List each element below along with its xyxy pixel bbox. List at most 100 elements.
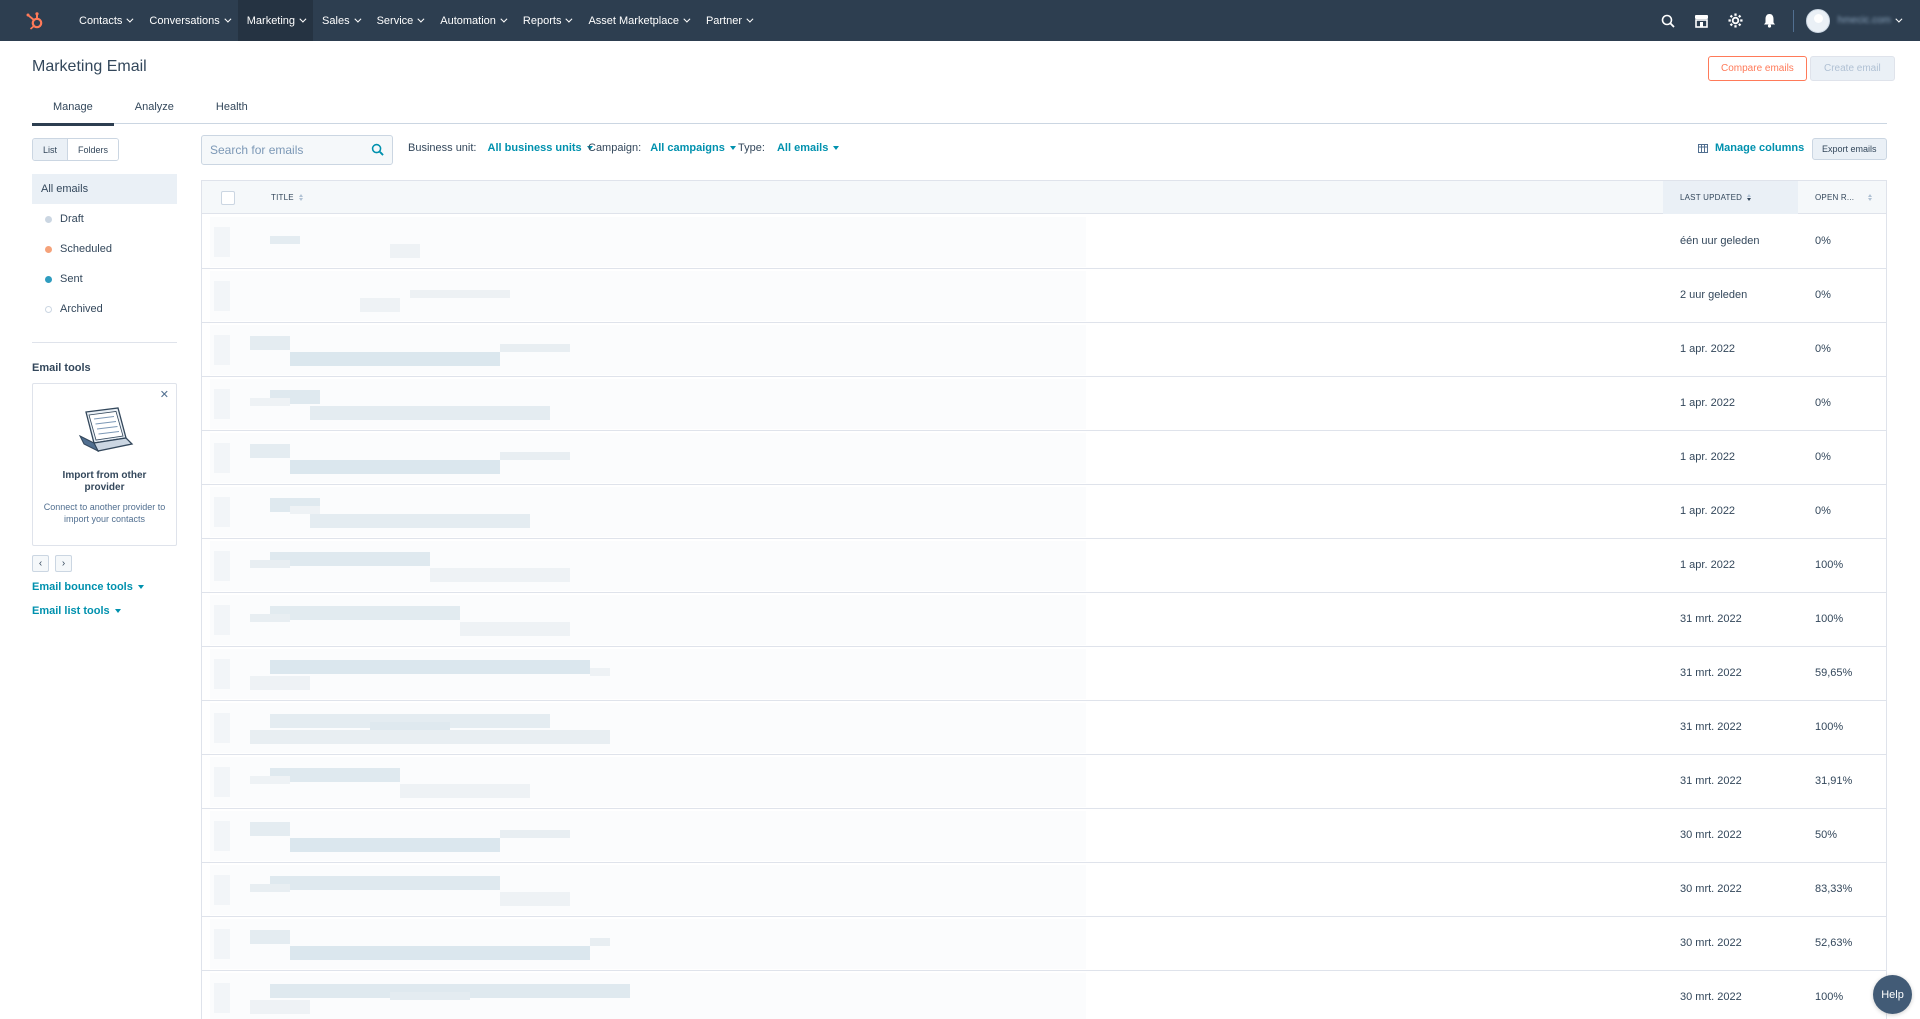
redacted-title-cell[interactable] — [210, 379, 1086, 429]
search-input[interactable] — [202, 136, 362, 164]
notifications-bell-icon[interactable] — [1753, 0, 1787, 41]
open-rate-cell: 50% — [1815, 829, 1838, 841]
table-row[interactable]: 2 uur geleden 0% — [202, 269, 1886, 323]
import-provider-card[interactable]: ✕ Import from other provider Connect to … — [32, 383, 177, 546]
table-row[interactable]: 1 apr. 2022 0% — [202, 377, 1886, 431]
table-header: TITLE LAST UPDATED OPEN R... — [202, 181, 1886, 214]
nav-item-service[interactable]: Service — [368, 0, 432, 41]
marketplace-icon[interactable] — [1685, 0, 1719, 41]
open-rate-cell: 100% — [1815, 613, 1844, 625]
table-row[interactable]: 30 mrt. 2022 52,63% — [202, 917, 1886, 971]
redacted-title-cell[interactable] — [210, 217, 1086, 267]
sidebar-item-all-emails[interactable]: All emails — [32, 174, 177, 204]
sidebar-item-archived[interactable]: Archived — [32, 294, 177, 324]
nav-item-conversations[interactable]: Conversations — [140, 0, 237, 41]
redacted-title-cell[interactable] — [210, 487, 1086, 537]
column-header-title[interactable]: TITLE — [271, 181, 303, 214]
email-tools-heading: Email tools — [32, 362, 91, 374]
tab-health[interactable]: Health — [195, 90, 269, 124]
export-emails-button[interactable]: Export emails — [1812, 138, 1887, 160]
nav-item-label: Asset Marketplace — [588, 14, 679, 27]
chevron-down-icon — [565, 15, 573, 23]
table-row[interactable]: 1 apr. 2022 0% — [202, 485, 1886, 539]
close-icon[interactable]: ✕ — [160, 388, 169, 401]
redacted-title-cell[interactable] — [210, 919, 1086, 969]
email-bounce-tools-link[interactable]: Email bounce tools — [32, 581, 144, 593]
table-row[interactable]: één uur geleden 0% — [202, 215, 1886, 269]
nav-item-contacts[interactable]: Contacts — [70, 0, 140, 41]
columns-icon — [1698, 143, 1708, 153]
create-email-button[interactable]: Create email — [1810, 56, 1895, 81]
redacted-title-cell[interactable] — [210, 649, 1086, 699]
chevron-down-icon — [126, 15, 134, 23]
open-rate-cell: 100% — [1815, 559, 1844, 571]
nav-item-asset-marketplace[interactable]: Asset Marketplace — [579, 0, 696, 41]
carousel-next-button[interactable]: › — [55, 555, 72, 572]
filter-label: Business unit: — [408, 142, 477, 154]
redacted-title-cell[interactable] — [210, 865, 1086, 915]
search-icon[interactable] — [1651, 0, 1685, 41]
redacted-title-cell[interactable] — [210, 811, 1086, 861]
table-row[interactable]: 1 apr. 2022 0% — [202, 431, 1886, 485]
account-menu[interactable]: hmecic.com — [1805, 0, 1920, 41]
nav-item-sales[interactable]: Sales — [313, 0, 368, 41]
search-icon[interactable] — [371, 143, 384, 159]
sidebar-item-sent[interactable]: Sent — [32, 264, 177, 294]
last-updated-cell: 1 apr. 2022 — [1680, 451, 1736, 463]
campaign-filter: Campaign: All campaigns — [588, 142, 736, 154]
table-row[interactable]: 31 mrt. 2022 31,91% — [202, 755, 1886, 809]
manage-columns-button[interactable]: Manage columns — [1698, 142, 1804, 154]
chevron-down-icon — [746, 15, 754, 23]
column-header-last-updated[interactable]: LAST UPDATED — [1663, 181, 1798, 214]
tab-bar: Manage Analyze Health — [32, 90, 1887, 126]
redacted-title-cell[interactable] — [210, 271, 1086, 321]
table-row[interactable]: 30 mrt. 2022 50% — [202, 809, 1886, 863]
table-row[interactable]: 31 mrt. 2022 59,65% — [202, 647, 1886, 701]
type-dropdown[interactable]: All emails — [777, 142, 840, 154]
redacted-title-cell[interactable] — [210, 433, 1086, 483]
dropdown-value: All campaigns — [650, 142, 725, 154]
redacted-title-cell[interactable] — [210, 757, 1086, 807]
redacted-title-cell[interactable] — [210, 703, 1086, 753]
carousel-prev-button[interactable]: ‹ — [32, 555, 49, 572]
nav-item-label: Service — [376, 14, 414, 27]
column-header-open-rate[interactable]: OPEN R... — [1815, 181, 1885, 214]
link-label: Email bounce tools — [32, 581, 133, 593]
table-row[interactable]: 30 mrt. 2022 100% — [202, 971, 1886, 1019]
campaign-dropdown[interactable]: All campaigns — [650, 142, 736, 154]
caret-down-icon — [729, 146, 736, 151]
redacted-title-cell[interactable] — [210, 325, 1086, 375]
last-updated-cell: 2 uur geleden — [1680, 289, 1748, 301]
table-row[interactable]: 1 apr. 2022 100% — [202, 539, 1886, 593]
help-button[interactable]: Help — [1873, 975, 1912, 1014]
open-rate-cell: 31,91% — [1815, 775, 1853, 787]
view-toggle: List Folders — [32, 138, 120, 161]
sidebar-item-draft[interactable]: Draft — [32, 204, 177, 234]
email-list-tools-link[interactable]: Email list tools — [32, 605, 121, 617]
view-list-button[interactable]: List — [33, 139, 69, 160]
settings-gear-icon[interactable] — [1719, 0, 1753, 41]
table-row[interactable]: 30 mrt. 2022 83,33% — [202, 863, 1886, 917]
nav-item-partner[interactable]: Partner — [697, 0, 760, 41]
nav-item-reports[interactable]: Reports — [514, 0, 580, 41]
redacted-title-cell[interactable] — [210, 595, 1086, 645]
table-row[interactable]: 1 apr. 2022 0% — [202, 323, 1886, 377]
tab-manage[interactable]: Manage — [32, 90, 114, 126]
sidebar-item-label: Draft — [60, 213, 84, 225]
filter-label: Type: — [738, 142, 765, 154]
select-all-checkbox[interactable] — [221, 191, 235, 205]
redacted-title-cell[interactable] — [210, 541, 1086, 591]
sidebar-item-scheduled[interactable]: Scheduled — [32, 234, 177, 264]
nav-item-marketing[interactable]: Marketing — [237, 0, 314, 41]
compare-emails-button[interactable]: Compare emails — [1708, 56, 1807, 81]
laptop-import-illustration-icon — [78, 406, 134, 459]
redacted-title-cell[interactable] — [210, 973, 1086, 1019]
nav-item-automation[interactable]: Automation — [431, 0, 514, 41]
business-unit-dropdown[interactable]: All business units — [488, 142, 593, 154]
tab-analyze[interactable]: Analyze — [114, 90, 195, 124]
table-row[interactable]: 31 mrt. 2022 100% — [202, 593, 1886, 647]
view-folders-button[interactable]: Folders — [68, 139, 119, 160]
table-row[interactable]: 31 mrt. 2022 100% — [202, 701, 1886, 755]
hubspot-logo-icon[interactable] — [0, 0, 70, 41]
column-label: OPEN R... — [1815, 193, 1855, 202]
